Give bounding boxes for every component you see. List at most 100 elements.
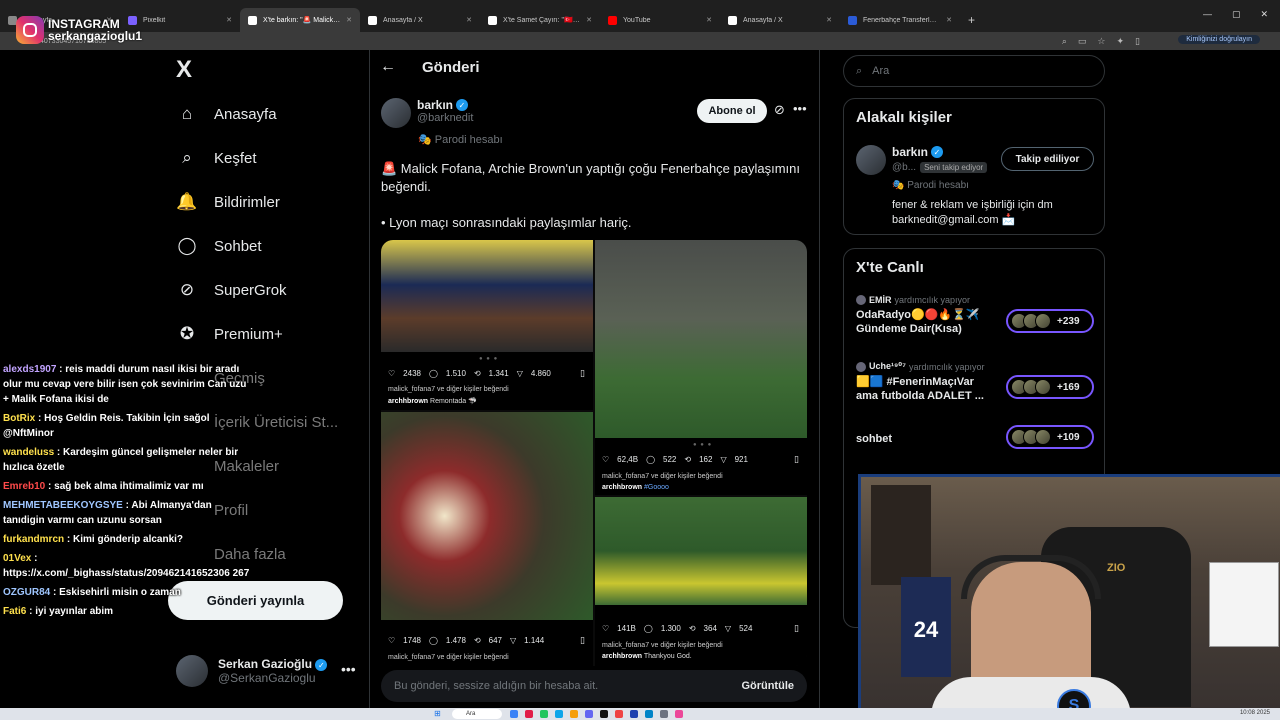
more-options-icon[interactable]: ••• [793, 101, 807, 116]
verified-icon: ✓ [315, 659, 328, 672]
view-button[interactable]: Görüntüle [741, 680, 794, 692]
app-icon[interactable] [675, 710, 683, 718]
app-icon[interactable] [585, 710, 593, 718]
app-icon[interactable] [555, 710, 563, 718]
post-author[interactable]: barkın ✓ @barknedit [381, 98, 473, 128]
close-tab-icon[interactable]: ✕ [946, 16, 952, 24]
share-icon[interactable]: ▽ [510, 636, 516, 645]
live-title: X'te Canlı [856, 259, 924, 276]
app-icon[interactable] [525, 710, 533, 718]
browser-tab[interactable]: X'te barkın: "🚨 Malick Fofana ✕ [240, 8, 360, 32]
share-icon[interactable]: ▽ [517, 369, 523, 378]
bookmark-icon[interactable]: ▯ [580, 368, 585, 379]
close-tab-icon[interactable]: ✕ [586, 16, 592, 24]
heart-icon[interactable]: ♡ [602, 455, 609, 464]
nav-item-bell[interactable]: 🔔 Bildirimler [176, 191, 279, 213]
taskbar-search[interactable]: Ara [452, 709, 502, 719]
repost-icon[interactable]: ⟲ [474, 369, 481, 378]
app-icon[interactable] [600, 710, 608, 718]
media-image-2[interactable]: ● ● ● ♡ 62,4B ◯ 522 ⟲ 162 ▽ 921 ▯ malick_fof… [595, 240, 807, 495]
chat-username: furkandmrcn [3, 534, 65, 545]
live-space-item[interactable]: sohbet +109 [856, 425, 1096, 449]
app-icon[interactable] [660, 710, 668, 718]
close-window-icon[interactable]: ✕ [1260, 9, 1268, 20]
app-icon[interactable] [630, 710, 638, 718]
new-tab-icon[interactable]: + [968, 13, 975, 27]
media-image-3[interactable]: ♡ 1748 ◯ 1.478 ⟲ 647 ▽ 1.144 ▯ malick_fofana… [381, 412, 593, 666]
following-button[interactable]: Takip ediliyor [1001, 147, 1094, 171]
back-arrow-icon[interactable]: ← [380, 58, 396, 76]
bookmark-star-icon[interactable]: ☆ [1097, 36, 1105, 47]
app-icon[interactable] [645, 710, 653, 718]
close-tab-icon[interactable]: ✕ [826, 16, 832, 24]
heart-icon[interactable]: ♡ [602, 624, 609, 633]
live-space-item[interactable]: EMİR yardımcılık yapıyor OdaRadyo🟡🔴🔥⏳✈️ Gü… [856, 295, 1096, 336]
nav-item-grok[interactable]: ⊘ SuperGrok [176, 279, 287, 301]
grok-icon[interactable]: ⊘ [774, 102, 785, 118]
browser-tab[interactable]: YouTube ✕ [600, 8, 720, 32]
nav-item-home[interactable]: ⌂ Anasayfa [176, 103, 277, 125]
share-icon[interactable]: ▽ [725, 624, 731, 633]
nav-item-chat[interactable]: ◯ Sohbet [176, 235, 261, 257]
media-image-1[interactable]: ● ● ● ♡ 2438 ◯ 1.510 ⟲ 1.341 ▽ 4.860 ▯ malic… [381, 240, 593, 410]
subscribe-button[interactable]: Abone ol [697, 99, 767, 123]
sidebar-icon[interactable]: ▯ [1135, 36, 1140, 47]
repost-icon[interactable]: ⟲ [684, 455, 691, 464]
chat-username: MEHMETABEEKOYGSYE [3, 500, 123, 511]
post-media-grid[interactable]: ● ● ● ♡ 2438 ◯ 1.510 ⟲ 1.341 ▽ 4.860 ▯ malic… [381, 240, 807, 666]
heart-icon[interactable]: ♡ [388, 369, 395, 378]
comment-icon[interactable]: ◯ [429, 636, 438, 645]
chat-username: alexds1907 [3, 364, 57, 375]
browser-tab[interactable]: X'te Samet Çayırı: "🇹🇷 https:/ ✕ [480, 8, 600, 32]
media-image-4[interactable]: ♡ 141B ◯ 1.300 ⟲ 364 ▽ 524 ▯ malick_fofana7 … [595, 497, 807, 666]
chat-message: wandeluss : Kardeşim güncel gelişmeler n… [3, 445, 253, 475]
related-avatar[interactable] [856, 145, 886, 175]
close-tab-icon[interactable]: ✕ [346, 16, 352, 24]
comment-icon[interactable]: ◯ [429, 369, 438, 378]
nav-item-search[interactable]: ⌕ Keşfet [176, 147, 256, 169]
minimize-icon[interactable]: — [1203, 9, 1212, 20]
maximize-icon[interactable]: ▢ [1232, 9, 1241, 20]
repost-icon[interactable]: ⟲ [474, 636, 481, 645]
repost-icon[interactable]: ⟲ [689, 624, 696, 633]
share-icon[interactable]: ▽ [720, 455, 726, 464]
comment-icon[interactable]: ◯ [644, 624, 653, 633]
verify-identity-button[interactable]: Kimliğinizi doğrulayın [1178, 35, 1260, 44]
related-name[interactable]: barkın [892, 145, 928, 159]
extensions-icon[interactable]: ✦ [1117, 36, 1125, 47]
nav-item-premium[interactable]: ✪ Premium+ [176, 323, 283, 345]
mask-icon: 🎭 [418, 134, 432, 146]
close-tab-icon[interactable]: ✕ [226, 16, 232, 24]
author-avatar[interactable] [381, 98, 411, 128]
heart-icon[interactable]: ♡ [388, 636, 395, 645]
bookmark-icon[interactable]: ▯ [794, 623, 799, 634]
windows-start-icon[interactable]: ⊞ [434, 709, 441, 718]
live-space-item[interactable]: Uche¹⁹⁰⁷ yardımcılık yapıyor 🟨🟦 #FenerinMa… [856, 361, 1096, 403]
live-listeners-pill[interactable]: +169 [1006, 375, 1094, 399]
live-listeners-pill[interactable]: +109 [1006, 425, 1094, 449]
comment-icon[interactable]: ◯ [646, 455, 655, 464]
close-tab-icon[interactable]: ✕ [466, 16, 472, 24]
address-bar[interactable]: 40733045710786805 ⌕ ▭ ☆ ✦ ▯ Kimliğinizi … [0, 32, 1280, 50]
author-name[interactable]: barkın [417, 98, 453, 112]
app-icon[interactable] [540, 710, 548, 718]
app-icon[interactable] [570, 710, 578, 718]
caption: archhbrown #Goooo [602, 484, 669, 491]
browser-tab[interactable]: Fenerbahçe Transferleri – Tüm S ✕ [840, 8, 960, 32]
x-logo-icon[interactable]: X [176, 56, 192, 84]
chat-username: 01Vex [3, 553, 32, 564]
close-tab-icon[interactable]: ✕ [706, 16, 712, 24]
browser-tab[interactable]: Anasayfa / X ✕ [720, 8, 840, 32]
account-handle: @SerkanGazioglu [218, 671, 316, 686]
browser-tab[interactable]: Anasayfa / X ✕ [360, 8, 480, 32]
account-switcher[interactable]: Serkan Gazioğlu ✓ @SerkanGazioglu ••• [176, 655, 356, 687]
app-icon[interactable] [510, 710, 518, 718]
app-icon[interactable] [615, 710, 623, 718]
zoom-icon[interactable]: ⌕ [1062, 36, 1067, 47]
cast-icon[interactable]: ▭ [1078, 36, 1087, 47]
bookmark-icon[interactable]: ▯ [794, 454, 799, 465]
bookmark-icon[interactable]: ▯ [580, 635, 585, 646]
search-input[interactable]: ⌕ Ara [843, 55, 1105, 87]
live-listeners-pill[interactable]: +239 [1006, 309, 1094, 333]
more-options-icon[interactable]: ••• [341, 661, 356, 677]
